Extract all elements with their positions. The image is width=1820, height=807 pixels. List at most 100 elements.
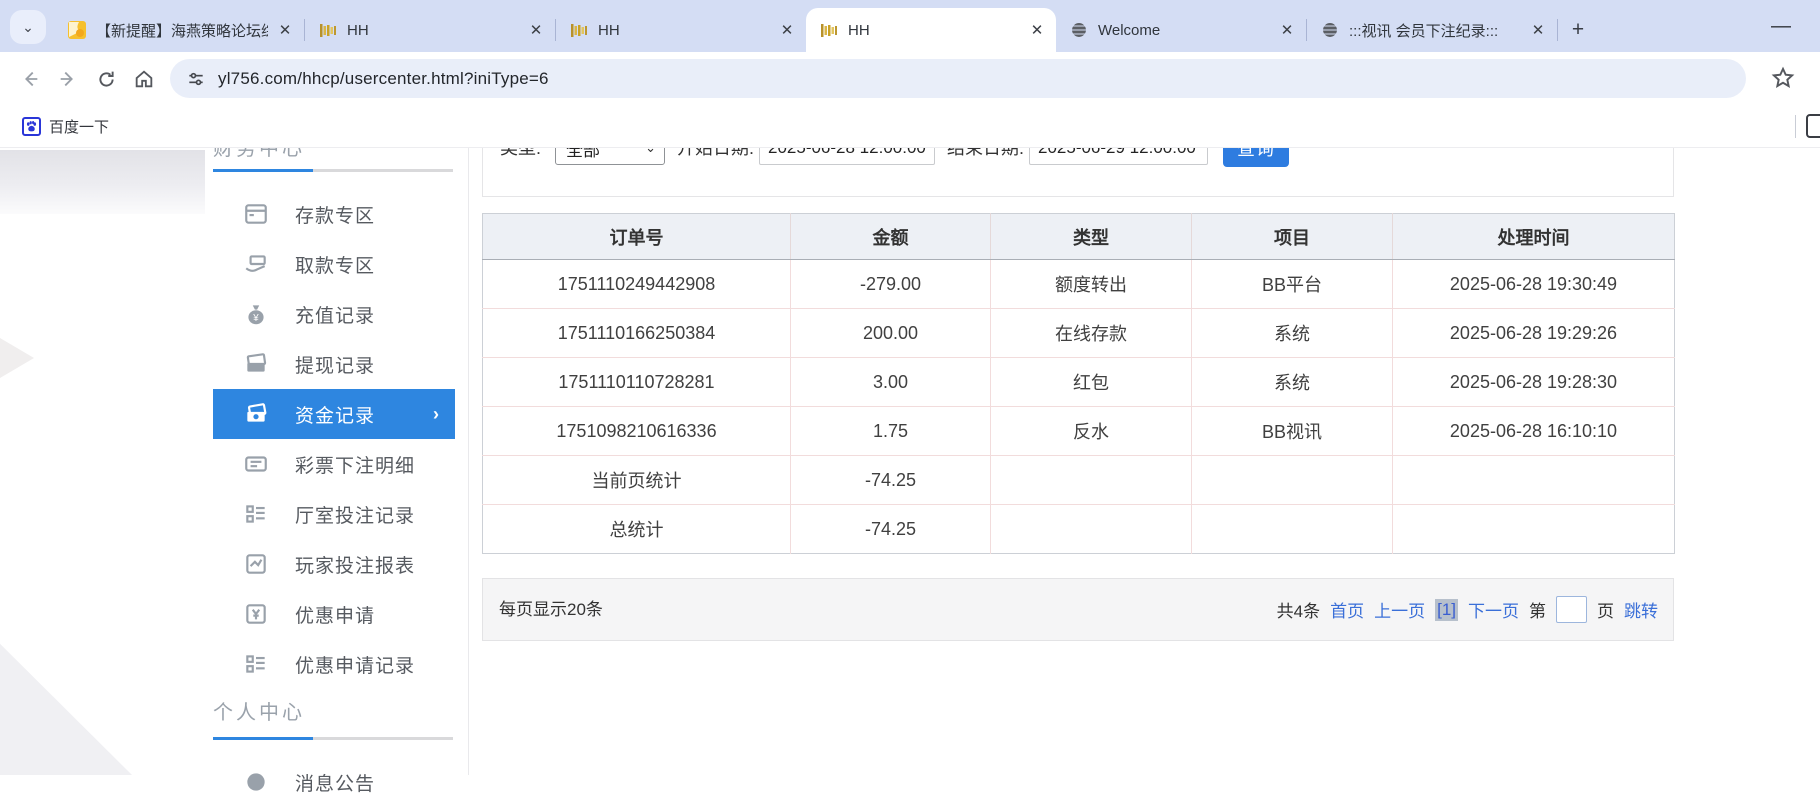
cell-process-time: 2025-06-28 19:29:26 — [1393, 309, 1675, 358]
list-items-icon — [243, 501, 269, 527]
pagination-bar: 每页显示20条 共4条 首页 上一页 [1] 下一页 第 页 跳转 — [482, 578, 1674, 641]
sidebar-item-funds-records[interactable]: 资金记录 › — [213, 389, 455, 439]
sidebar-item-label: 优惠申请记录 — [295, 651, 415, 678]
cell-type: 红包 — [991, 358, 1192, 407]
tab-hh-1[interactable]: HH ✕ — [305, 8, 555, 52]
tab-search-button[interactable]: ⌄ — [10, 10, 46, 44]
cell-type: 反水 — [991, 407, 1192, 456]
fund-cards-icon — [243, 401, 269, 427]
tab-close-icon[interactable]: ✕ — [527, 21, 545, 39]
sidebar-item-lottery-bet-details[interactable]: 彩票下注明细 — [213, 439, 455, 489]
table-row: 1751110249442908 -279.00 额度转出 BB平台 2025-… — [483, 260, 1675, 309]
window-minimize-button[interactable]: — — [1764, 12, 1798, 40]
list-items-icon — [243, 651, 269, 677]
site-settings-icon[interactable] — [186, 69, 206, 89]
tab-hh-2[interactable]: HH ✕ — [556, 8, 806, 52]
cell-project: 系统 — [1192, 309, 1393, 358]
sidebar-divider — [468, 148, 469, 775]
address-bar[interactable]: yl756.com/hhcp/usercenter.html?iniType=6 — [170, 59, 1746, 98]
forward-icon[interactable] — [54, 65, 82, 93]
tab-strip: ⌄ 【新提醒】海燕策略论坛综 ✕ HH ✕ HH ✕ — [0, 0, 1820, 52]
sidebar-item-label: 厅室投注记录 — [295, 501, 415, 528]
url-text: yl756.com/hhcp/usercenter.html?iniType=6 — [218, 69, 549, 89]
tab-title: :::视讯 会员下注纪录::: — [1349, 20, 1521, 41]
coupon-yuan-icon — [243, 601, 269, 627]
tab-video-bet-records[interactable]: :::视讯 会员下注纪录::: ✕ — [1307, 8, 1557, 52]
sidebar-item-hall-bet-records[interactable]: 厅室投注记录 — [213, 489, 455, 539]
bookmark-baidu[interactable]: 百度一下 — [16, 112, 115, 140]
tab-welcome[interactable]: Welcome ✕ — [1056, 8, 1306, 52]
home-icon[interactable] — [130, 65, 158, 93]
col-project: 项目 — [1192, 214, 1393, 260]
bookmarks-bar-divider — [1795, 115, 1796, 138]
browser-toolbar: yl756.com/hhcp/usercenter.html?iniType=6 — [0, 52, 1820, 105]
table-row: 1751098210616336 1.75 反水 BB视讯 2025-06-28… — [483, 407, 1675, 456]
back-icon[interactable] — [16, 65, 44, 93]
background-decor-band — [0, 150, 205, 214]
tab-close-icon[interactable]: ✕ — [1278, 21, 1296, 39]
tab-hh-active[interactable]: HH ✕ — [806, 8, 1056, 52]
cell-project: BB视讯 — [1192, 407, 1393, 456]
cell-process-time: 2025-06-28 19:30:49 — [1393, 260, 1675, 309]
cell-order-id: 1751110110728281 — [483, 358, 791, 407]
cell-order-id: 1751098210616336 — [483, 407, 791, 456]
cell-amount: -279.00 — [791, 260, 991, 309]
browser-chrome: ⌄ 【新提醒】海燕策略论坛综 ✕ HH ✕ HH ✕ — [0, 0, 1820, 148]
sidebar-item-label: 取款专区 — [295, 251, 375, 278]
page-jump-input[interactable] — [1556, 596, 1587, 623]
side-panel-icon[interactable] — [1806, 114, 1820, 138]
bookmark-label: 百度一下 — [49, 116, 109, 137]
tab-title: 【新提醒】海燕策略论坛综 — [96, 20, 268, 41]
message-icon — [243, 769, 269, 795]
next-page-link[interactable]: 下一页 — [1468, 597, 1519, 622]
chevron-down-icon: ⌄ — [22, 19, 34, 36]
cell-type: 在线存款 — [991, 309, 1192, 358]
background-decor-triangle-big — [0, 615, 150, 775]
sidebar-item-label: 存款专区 — [295, 201, 375, 228]
cell-amount: 3.00 — [791, 358, 991, 407]
total-count: 共4条 — [1277, 597, 1320, 622]
sidebar-item-player-bet-report[interactable]: 玩家投注报表 — [213, 539, 455, 589]
cell-process-time: 2025-06-28 16:10:10 — [1393, 407, 1675, 456]
prev-page-link[interactable]: 上一页 — [1374, 597, 1425, 622]
sidebar-item-label: 玩家投注报表 — [295, 551, 415, 578]
forum-favicon-icon — [68, 21, 86, 39]
reload-icon[interactable] — [92, 65, 120, 93]
first-page-link[interactable]: 首页 — [1330, 597, 1364, 622]
hand-money-icon — [243, 251, 269, 277]
jump-label-pre: 第 — [1529, 597, 1546, 622]
table-summary-row-total: 总统计 -74.25 — [483, 505, 1675, 554]
new-tab-button[interactable]: + — [1558, 8, 1598, 52]
sidebar-item-label: 优惠申请 — [295, 601, 375, 628]
tab-close-icon[interactable]: ✕ — [1529, 21, 1547, 39]
bookmark-star-icon[interactable] — [1770, 65, 1796, 91]
sidebar-item-promo-apply[interactable]: 优惠申请 — [213, 589, 455, 639]
background-decor-triangle-small — [0, 338, 34, 378]
deposit-card-icon — [243, 201, 269, 227]
sidebar-item-label: 资金记录 — [295, 401, 375, 428]
chevron-right-icon: › — [433, 404, 439, 425]
sidebar-item-label: 充值记录 — [295, 301, 375, 328]
sidebar-item-recharge-records[interactable]: ¥ 充值记录 — [213, 289, 455, 339]
sidebar-item-deposit-zone[interactable]: 存款专区 — [213, 189, 455, 239]
sidebar-item-promo-apply-records[interactable]: 优惠申请记录 — [213, 639, 455, 689]
cell-summary-label: 总统计 — [483, 505, 791, 554]
jump-go-link[interactable]: 跳转 — [1624, 597, 1658, 622]
sidebar-item-withdrawal-records[interactable]: 提现记录 — [213, 339, 455, 389]
tab-close-icon[interactable]: ✕ — [1028, 21, 1046, 39]
baidu-paw-icon — [22, 117, 41, 136]
per-page-label: 每页显示20条 — [499, 579, 603, 640]
cell-amount: 1.75 — [791, 407, 991, 456]
funds-records-table: 订单号 金额 类型 项目 处理时间 1751110249442908 -279.… — [482, 213, 1675, 554]
tab-close-icon[interactable]: ✕ — [276, 21, 294, 39]
finance-section-underline — [213, 169, 453, 172]
sidebar-item-withdraw-zone[interactable]: 取款专区 — [213, 239, 455, 289]
sidebar-item-messages[interactable]: 消息公告 — [213, 757, 455, 807]
tab-title: HH — [848, 22, 1020, 39]
tab-forum[interactable]: 【新提醒】海燕策略论坛综 ✕ — [54, 8, 304, 52]
table-row: 1751110110728281 3.00 红包 系统 2025-06-28 1… — [483, 358, 1675, 407]
svg-text:¥: ¥ — [252, 313, 259, 324]
sidebar-item-label: 提现记录 — [295, 351, 375, 378]
table-summary-row-page: 当前页统计 -74.25 — [483, 456, 1675, 505]
tab-close-icon[interactable]: ✕ — [778, 21, 796, 39]
